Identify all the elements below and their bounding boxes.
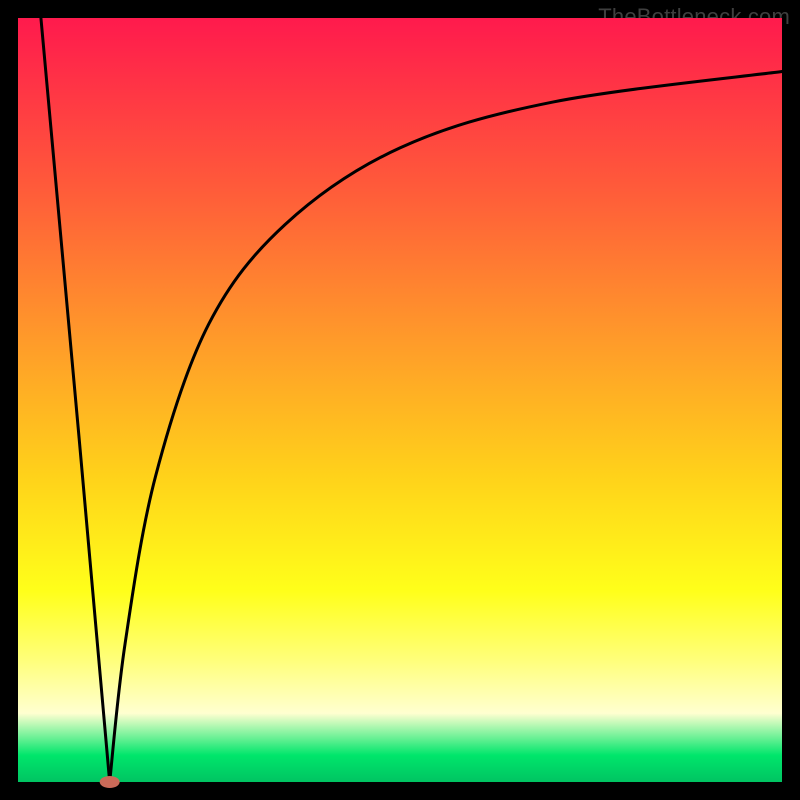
minimum-marker: [100, 776, 120, 788]
curve-right-branch: [110, 71, 782, 782]
curve-svg: [18, 18, 782, 782]
chart-container: TheBottleneck.com: [0, 0, 800, 800]
plot-area: [18, 18, 782, 782]
curve-left-branch: [41, 18, 110, 782]
curve-group: [41, 18, 782, 788]
